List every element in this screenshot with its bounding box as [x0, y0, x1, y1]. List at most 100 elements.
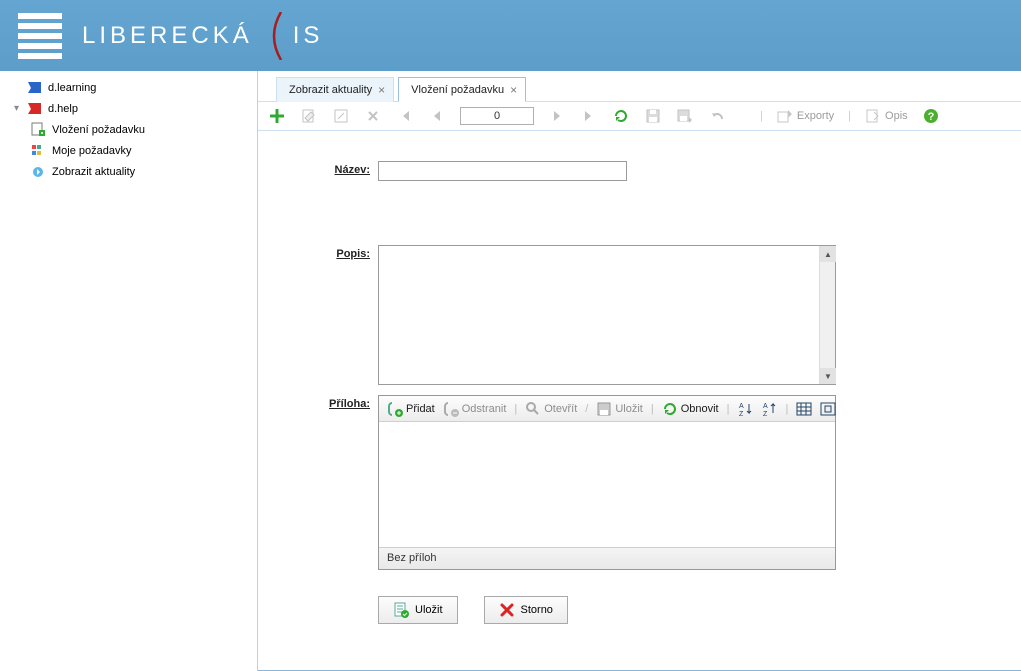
main-toolbar: 0 | Exporty | — [258, 101, 1021, 131]
sort-desc-button[interactable]: AZ — [759, 401, 779, 417]
attach-add-label: Přidat — [406, 403, 435, 415]
list-icon — [30, 143, 47, 158]
attach-refresh-button[interactable]: Obnovit — [660, 401, 721, 417]
attach-remove-label: Odstranit — [462, 403, 507, 415]
view-grid-icon — [820, 401, 836, 417]
sidebar: d.learning ▾ d.help Vložení požadavku Mo… — [0, 71, 258, 671]
separator: | — [725, 403, 732, 415]
save-icon — [596, 401, 612, 417]
svg-text:Z: Z — [739, 411, 744, 417]
attach-add-button[interactable]: Přidat — [385, 401, 437, 417]
sidebar-item-label: Vložení požadavku — [52, 124, 145, 136]
view-list-icon — [796, 401, 812, 417]
svg-text:A: A — [763, 403, 768, 410]
sidebar-item-dhelp[interactable]: ▾ d.help — [0, 98, 257, 119]
attachment-list[interactable] — [379, 422, 835, 547]
cancel-button-label: Storno — [521, 604, 553, 616]
exporty-button[interactable]: Exporty — [777, 108, 834, 124]
save-form-icon — [393, 602, 409, 618]
separator: | — [783, 403, 790, 415]
tab-zobrazit-aktuality[interactable]: Zobrazit aktuality × — [276, 77, 394, 102]
sidebar-item-moje[interactable]: Moje požadavky — [0, 140, 257, 161]
view-list-button[interactable] — [794, 401, 814, 417]
attach-save-label: Uložit — [615, 403, 643, 415]
sidebar-item-dlearning[interactable]: d.learning — [0, 77, 257, 98]
next-icon[interactable] — [548, 107, 566, 125]
attach-open-label: Otevřít — [544, 403, 577, 415]
add-icon[interactable] — [268, 107, 286, 125]
brand-swoosh-icon — [257, 12, 289, 60]
attach-remove-icon — [443, 401, 459, 417]
separator: | — [848, 110, 851, 122]
separator: | — [760, 110, 763, 122]
view-grid-button[interactable] — [818, 401, 838, 417]
scrollbar[interactable]: ▲ ▼ — [819, 246, 835, 384]
scroll-down-icon[interactable]: ▼ — [820, 368, 836, 384]
nazev-input[interactable] — [378, 161, 627, 181]
edit2-icon[interactable] — [332, 107, 350, 125]
attach-add-icon — [387, 401, 403, 417]
content-area: Zobrazit aktuality × Vložení požadavku ×… — [258, 71, 1021, 671]
export-icon — [777, 108, 793, 124]
brand-text-b: IS — [293, 22, 324, 50]
refresh-icon[interactable] — [612, 107, 630, 125]
sidebar-item-vlozeni[interactable]: Vložení požadavku — [0, 119, 257, 140]
help-icon[interactable]: ? — [922, 107, 940, 125]
popis-textarea[interactable]: ▲ ▼ — [378, 245, 836, 385]
last-icon[interactable] — [580, 107, 598, 125]
svg-text:A: A — [739, 403, 744, 410]
sort-asc-button[interactable]: AZ — [735, 401, 755, 417]
attach-refresh-label: Obnovit — [681, 403, 719, 415]
opis-button[interactable]: Opis — [865, 108, 908, 124]
attach-remove-button[interactable]: Odstranit — [441, 401, 509, 417]
brand-text-a: LIBERECKÁ — [82, 22, 253, 50]
cancel-icon — [499, 602, 515, 618]
svg-text:?: ? — [927, 111, 934, 123]
attachment-panel: Přidat Odstranit | Otevřít — [378, 395, 836, 570]
separator: / — [583, 403, 590, 415]
separator: | — [512, 403, 519, 415]
scroll-up-icon[interactable]: ▲ — [820, 246, 836, 262]
separator: | — [649, 403, 656, 415]
record-counter[interactable]: 0 — [460, 107, 534, 125]
tab-close-icon[interactable]: × — [510, 83, 517, 97]
prev-icon[interactable] — [428, 107, 446, 125]
logo-icon — [18, 13, 62, 59]
save-button-label: Uložit — [415, 604, 443, 616]
collapse-icon[interactable]: ▾ — [14, 103, 24, 114]
sidebar-item-aktuality[interactable]: Zobrazit aktuality — [0, 161, 257, 182]
tab-close-icon[interactable]: × — [378, 83, 385, 97]
sort-desc-icon: AZ — [761, 401, 777, 417]
sidebar-item-label: d.learning — [48, 82, 96, 94]
attachment-status: Bez příloh — [379, 547, 835, 569]
sidebar-item-label: Zobrazit aktuality — [52, 166, 135, 178]
save-icon[interactable] — [644, 107, 662, 125]
module-icon — [26, 101, 43, 116]
form-add-icon — [30, 122, 47, 137]
cancel-button[interactable]: Storno — [484, 596, 568, 624]
saveas-icon[interactable] — [676, 107, 694, 125]
edit-icon[interactable] — [300, 107, 318, 125]
sort-asc-icon: AZ — [737, 401, 753, 417]
opis-label: Opis — [885, 110, 908, 122]
priloha-label: Příloha: — [278, 395, 378, 410]
sidebar-item-label: d.help — [48, 103, 78, 115]
news-icon — [30, 164, 47, 179]
first-icon[interactable] — [396, 107, 414, 125]
open-icon — [525, 401, 541, 417]
refresh-icon — [662, 401, 678, 417]
delete-icon[interactable] — [364, 107, 382, 125]
attach-save-button[interactable]: Uložit — [594, 401, 645, 417]
save-button[interactable]: Uložit — [378, 596, 458, 624]
tab-label: Zobrazit aktuality — [289, 84, 372, 96]
attachment-toolbar: Přidat Odstranit | Otevřít — [379, 396, 835, 422]
sidebar-item-label: Moje požadavky — [52, 145, 132, 157]
tab-vlozeni-pozadavku[interactable]: Vložení požadavku × — [398, 77, 526, 102]
attach-open-button[interactable]: Otevřít — [523, 401, 579, 417]
brand-text: LIBERECKÁ IS — [82, 12, 323, 60]
opis-icon — [865, 108, 881, 124]
exporty-label: Exporty — [797, 110, 834, 122]
undo-icon[interactable] — [708, 107, 726, 125]
popis-label: Popis: — [278, 245, 378, 260]
module-icon — [26, 80, 43, 95]
